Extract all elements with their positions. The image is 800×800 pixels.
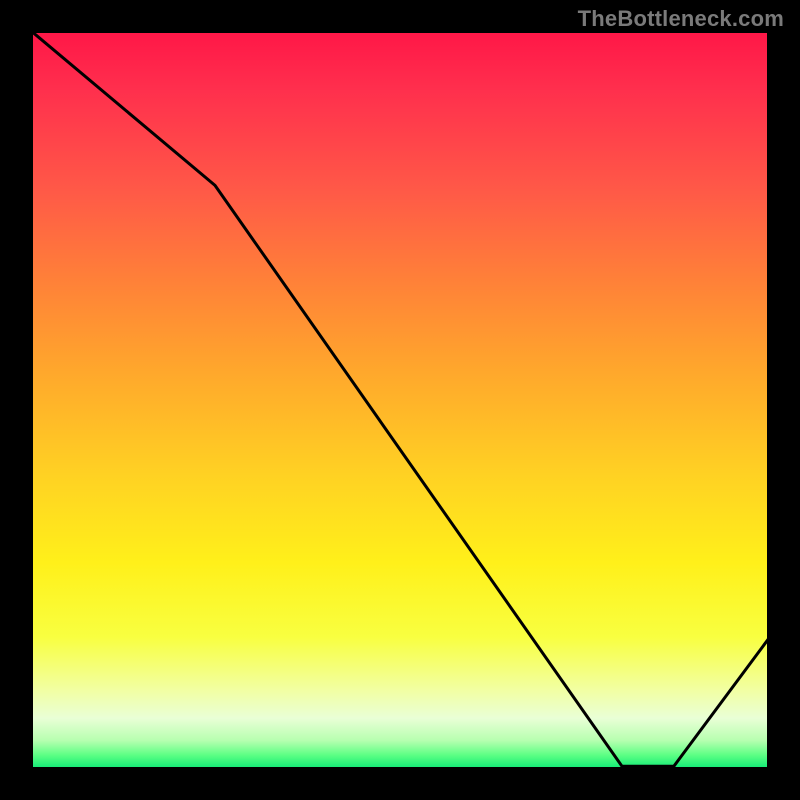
chart-stage: TheBottleneck.com (0, 0, 800, 800)
watermark-text: TheBottleneck.com (578, 6, 784, 32)
plot-area (30, 30, 770, 770)
gradient-background (30, 30, 770, 770)
